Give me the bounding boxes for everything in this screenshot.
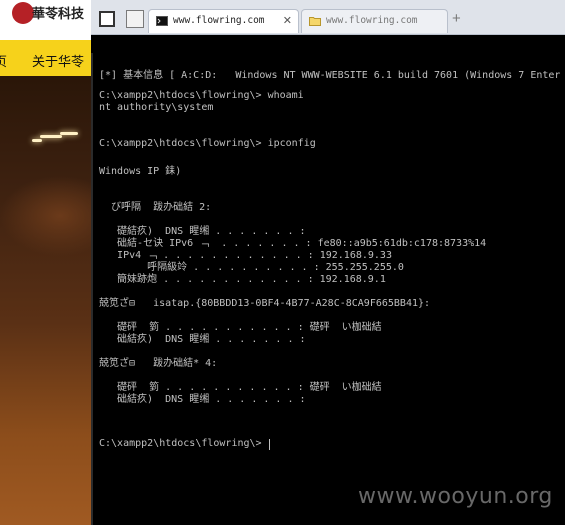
- site-banner-photo: [0, 76, 91, 525]
- tab-bar: www.flowring.com ✕ www.flowring.com +: [91, 0, 565, 35]
- console-line: 础結疚) DNS 睲缃 . . . . . . . :: [99, 334, 306, 345]
- console-line: 簡妹跡炮 . . . . . . . . . . . . : 192.168.9…: [99, 274, 386, 285]
- site-nav-item-home[interactable]: 页: [0, 51, 7, 70]
- terminal-output[interactable]: [*] 基本信息 [ A:C:D: Windows NT WWW-WEBSITE…: [91, 53, 565, 525]
- background-website: 華苓科技 页 关于华苓: [0, 0, 91, 525]
- console-line: Windows IP 銇): [99, 166, 182, 177]
- tab-label: www.flowring.com: [173, 15, 265, 26]
- console-line: 兢笕ざ⊟ 跋办础結* 4:: [99, 358, 218, 369]
- browser-window: www.flowring.com ✕ www.flowring.com + [*…: [91, 0, 565, 525]
- sidebar-toggle-button[interactable]: [99, 11, 115, 27]
- console-line: C:\xampp2\htdocs\flowring\> ipconfig: [99, 138, 316, 149]
- folder-icon: [309, 17, 321, 26]
- console-line: nt authority\system: [99, 102, 214, 113]
- tab-file-manager[interactable]: www.flowring.com: [301, 9, 448, 33]
- ceiling-light: [40, 135, 62, 138]
- console-line: 兢笕ざ⊟ isatap.{80BBDD13-0BF4-4B77-A28C-8CA…: [99, 298, 431, 309]
- site-nav-item-about[interactable]: 关于华苓: [32, 51, 84, 70]
- ceiling-light: [32, 139, 42, 142]
- site-brand: 華苓科技: [32, 6, 85, 21]
- tab-console[interactable]: www.flowring.com ✕: [148, 9, 299, 33]
- new-tab-button[interactable]: +: [452, 10, 461, 27]
- close-icon[interactable]: ✕: [283, 14, 292, 27]
- site-header: 華苓科技: [0, 0, 91, 40]
- text-cursor: [268, 439, 270, 450]
- console-line: [*] 基本信息 [ A:C:D: Windows NT WWW-WEBSITE…: [99, 70, 561, 81]
- console-line: び呼隔 跋办础結 2:: [99, 202, 212, 213]
- console-line: C:\xampp2\htdocs\flowring\> whoami: [99, 90, 304, 101]
- terminal-icon: [156, 16, 168, 26]
- site-logo-icon: [12, 2, 34, 24]
- console-line: 础結疚) DNS 睲缃 . . . . . . . :: [99, 394, 306, 405]
- tab-overview-button[interactable]: [126, 10, 144, 28]
- site-nav: 页 关于华苓: [0, 40, 91, 76]
- tab-label: www.flowring.com: [326, 15, 418, 26]
- console-line: C:\xampp2\htdocs\flowring\>: [99, 438, 268, 449]
- ceiling-light: [60, 132, 78, 135]
- watermark: www.wooyun.org: [358, 484, 553, 509]
